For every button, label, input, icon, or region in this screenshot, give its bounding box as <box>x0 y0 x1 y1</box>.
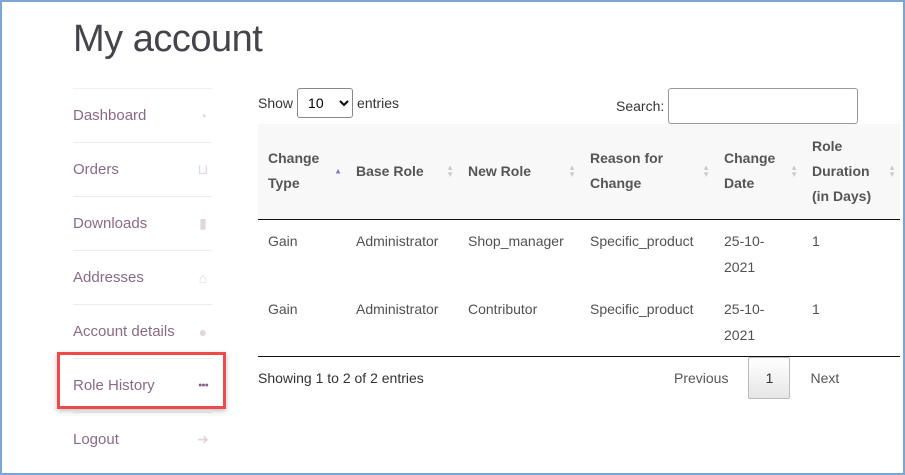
table-cell: Specific_product <box>590 232 694 249</box>
column-header[interactable]: New Role ▲ ▼ <box>458 124 580 220</box>
column-header[interactable]: Change Type ▲ <box>258 124 346 220</box>
nav-label: Logout <box>73 431 119 448</box>
search-control: Search: <box>616 88 859 124</box>
table-cell: Administrator <box>356 232 439 249</box>
show-label: Show <box>258 95 294 111</box>
column-header[interactable]: Role Duration (in Days) ▲ ▼ <box>802 124 900 220</box>
search-label: Search: <box>616 98 665 114</box>
table-info: Showing 1 to 2 of 2 entries <box>258 370 424 386</box>
entries-label: entries <box>357 95 400 111</box>
sort-icon: ▲ ▼ <box>888 163 896 180</box>
header-label: Base Role <box>356 162 424 179</box>
table-cell: 25-10-2021 <box>714 287 802 357</box>
sort-icon: ▲ <box>334 166 342 176</box>
column-header[interactable]: Reason for Change ▲ ▼ <box>580 124 714 220</box>
page-1-button[interactable]: 1 <box>748 357 791 399</box>
file-archive-icon: ▮ <box>199 215 207 231</box>
nav-label: Downloads <box>73 215 148 232</box>
sign-out-icon: ➜ <box>197 431 209 447</box>
role-history-table: Change Type ▲ Base Role ▲ ▼ New Role ▲ ▼ Reason … <box>258 124 900 357</box>
sort-icon: ▲ ▼ <box>702 163 710 180</box>
column-header[interactable]: Change Date ▲ ▼ <box>714 124 802 220</box>
length-control: Show 10 entries <box>258 88 399 118</box>
sort-icon: ▲ ▼ <box>790 163 798 180</box>
entries-select[interactable]: 10 <box>297 88 354 118</box>
nav-label: Orders <box>73 161 119 178</box>
nav-label: Addresses <box>73 269 144 286</box>
table-cell: Gain <box>268 232 298 249</box>
home-icon: ⌂ <box>198 269 208 286</box>
table-cell: Gain <box>258 287 346 357</box>
nav-item-account-details[interactable]: Account details ● <box>73 304 212 358</box>
nav-item-logout[interactable]: Logout ➜ <box>73 412 212 466</box>
sort-icon: ▲ ▼ <box>568 163 576 180</box>
nav-label: Account details <box>73 323 175 340</box>
search-input[interactable] <box>668 88 859 124</box>
table-cell: 1 <box>812 232 820 249</box>
basket-icon: ⊔ <box>197 161 209 177</box>
nav-item-orders[interactable]: Orders ⊔ <box>73 142 212 196</box>
pagination: Previous 1 Next <box>660 357 853 399</box>
table-cell: Shop_manager <box>468 232 564 249</box>
header-label: Role Duration (in Days) <box>812 137 872 204</box>
table-cell: Contributor <box>458 287 580 357</box>
table-cell: 25-10-2021 <box>724 232 765 275</box>
page-title: My account <box>73 18 263 60</box>
highlight-box <box>57 352 226 409</box>
header-label: Change Type <box>268 150 320 192</box>
header-label: New Role <box>468 162 532 179</box>
sort-icon: ▲ ▼ <box>446 163 454 180</box>
column-header[interactable]: Base Role ▲ ▼ <box>346 124 458 220</box>
previous-button[interactable]: Previous <box>660 370 742 386</box>
nav-item-dashboard[interactable]: Dashboard ◔ <box>73 88 212 142</box>
table-row: Gain Administrator Shop_manager Specific_pr… <box>258 219 900 288</box>
next-button[interactable]: Next <box>796 370 853 386</box>
table-cell: 1 <box>802 287 900 357</box>
dashboard-icon: ◔ <box>198 107 208 124</box>
table-cell: Administrator <box>346 287 458 357</box>
account-navigation: Dashboard ◔ Orders ⊔ Downloads ▮ Addresses ⌂ Acc… <box>73 88 212 466</box>
nav-item-downloads[interactable]: Downloads ▮ <box>73 196 212 250</box>
table-row: Gain Administrator Contributor Specific_pro… <box>258 287 900 357</box>
header-label: Change Date <box>724 150 776 192</box>
header-label: Reason for Change <box>590 150 664 192</box>
user-icon: ● <box>198 323 208 340</box>
nav-label: Dashboard <box>73 107 147 124</box>
nav-item-addresses[interactable]: Addresses ⌂ <box>73 250 212 304</box>
table-cell: Specific_product <box>580 287 714 357</box>
